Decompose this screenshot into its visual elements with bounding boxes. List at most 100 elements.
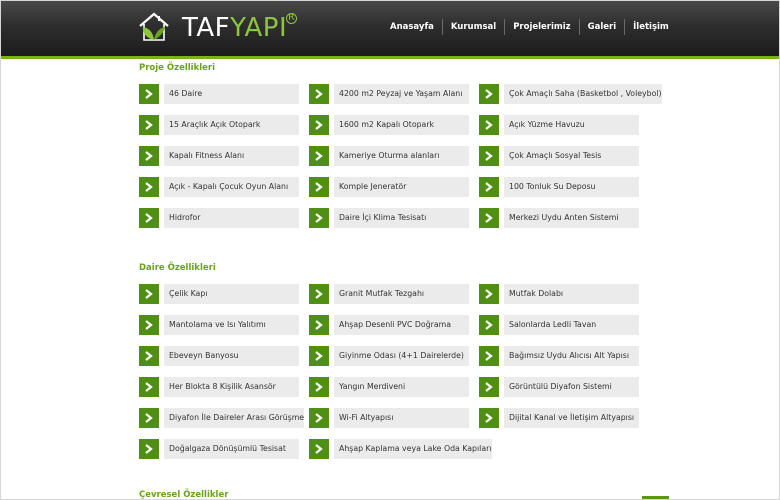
chevron-right-icon: [309, 115, 329, 135]
site-logo[interactable]: TAFYAPI R: [134, 9, 298, 47]
chevron-right-icon: [309, 284, 329, 304]
feature-item: Açık Yüzme Havuzu: [479, 115, 639, 135]
feature-label: Yangın Merdiveni: [334, 377, 469, 397]
feature-label: Diyafon İle Daireler Arası Görüşme: [164, 408, 305, 428]
chevron-right-icon: [139, 146, 159, 166]
feature-label: Bağımsız Uydu Alıcısı Alt Yapısı: [504, 346, 639, 366]
chevron-right-icon: [139, 439, 159, 459]
chevron-right-icon: [139, 115, 159, 135]
chevron-right-icon: [309, 439, 329, 459]
chevron-right-icon: [479, 315, 499, 335]
chevron-right-icon: [139, 177, 159, 197]
feature-item: Yangın Merdiveni: [309, 377, 469, 397]
feature-label: Ahşap Kaplama veya Lake Oda Kapıları: [334, 439, 492, 459]
feature-label: Daire İçi Klima Tesisatı: [334, 208, 469, 228]
feature-label: Çok Amaçlı Saha (Basketbol , Voleybol): [504, 84, 662, 104]
nav-kurumsal[interactable]: Kurumsal: [443, 18, 504, 36]
feature-item: 46 Daire: [139, 84, 299, 104]
chevron-right-icon: [139, 377, 159, 397]
features-grid-daire: Çelik Kapı Granit Mutfak Tezgahı Mutfak Do…: [139, 284, 642, 459]
feature-item: Mutfak Dolabı: [479, 284, 639, 304]
feature-label: Komple Jeneratör: [334, 177, 469, 197]
feature-item: Kameriye Oturma alanları: [309, 146, 469, 166]
feature-label: Ahşap Desenli PVC Doğrama: [334, 315, 469, 335]
chevron-right-icon: [309, 146, 329, 166]
feature-label: Giyinme Odası (4+1 Dairelerde): [334, 346, 469, 366]
feature-label: 46 Daire: [164, 84, 299, 104]
nav-galeri[interactable]: Galeri: [580, 18, 625, 36]
chevron-right-icon: [139, 284, 159, 304]
feature-label: Her Blokta 8 Kişilik Asansör: [164, 377, 299, 397]
feature-item: 15 Araçlık Açık Otopark: [139, 115, 299, 135]
nav-anasayfa[interactable]: Anasayfa: [382, 18, 442, 36]
feature-item: Görüntülü Diyafon Sistemi: [479, 377, 639, 397]
feature-item: Ahşap Kaplama veya Lake Oda Kapıları: [309, 439, 492, 459]
chevron-right-icon: [479, 208, 499, 228]
feature-item: 1600 m2 Kapalı Otopark: [309, 115, 469, 135]
header-accent-bar: [1, 56, 779, 59]
feature-label: Kapalı Fitness Alanı: [164, 146, 299, 166]
feature-item: Kapalı Fitness Alanı: [139, 146, 299, 166]
chevron-right-icon: [479, 84, 499, 104]
section-title-cevresel: Çevresel Özellikler: [139, 490, 229, 500]
feature-label: Kameriye Oturma alanları: [334, 146, 469, 166]
section-title-daire: Daire Özellikleri: [139, 263, 216, 273]
feature-label: Wi-Fi Altyapısı: [334, 408, 469, 428]
chevron-right-icon: [479, 377, 499, 397]
feature-item: Diyafon İle Daireler Arası Görüşme: [139, 408, 305, 428]
feature-label: 15 Araçlık Açık Otopark: [164, 115, 299, 135]
section-title-proje: Proje Özellikleri: [139, 63, 216, 73]
feature-item: Bağımsız Uydu Alıcısı Alt Yapısı: [479, 346, 639, 366]
chevron-right-icon: [479, 177, 499, 197]
feature-item: Ahşap Desenli PVC Doğrama: [309, 315, 469, 335]
chevron-right-icon: [479, 408, 499, 428]
feature-item: Salonlarda Ledli Tavan: [479, 315, 639, 335]
feature-item: 100 Tonluk Su Deposu: [479, 177, 639, 197]
logo-text-yapi: YAPI: [230, 13, 288, 43]
main-nav: Anasayfa Kurumsal Projelerimiz Galeri İl…: [382, 18, 677, 36]
chevron-right-icon: [309, 315, 329, 335]
chevron-right-icon: [479, 115, 499, 135]
feature-label: Görüntülü Diyafon Sistemi: [504, 377, 639, 397]
chevron-right-icon: [309, 84, 329, 104]
chevron-right-icon: [139, 84, 159, 104]
feature-item: Komple Jeneratör: [309, 177, 469, 197]
scroll-top-button[interactable]: [642, 496, 669, 500]
feature-label: 1600 m2 Kapalı Otopark: [334, 115, 469, 135]
nav-iletisim[interactable]: İletişim: [625, 18, 677, 36]
feature-item: Açık - Kapalı Çocuk Oyun Alanı: [139, 177, 299, 197]
chevron-right-icon: [139, 408, 159, 428]
feature-label: Dijital Kanal ve İletişim Altyapısı: [504, 408, 639, 428]
feature-item: Çok Amaçlı Sosyal Tesis: [479, 146, 639, 166]
chevron-right-icon: [139, 315, 159, 335]
feature-label: 100 Tonluk Su Deposu: [504, 177, 639, 197]
chevron-right-icon: [479, 346, 499, 366]
feature-item: Wi-Fi Altyapısı: [309, 408, 469, 428]
feature-label: Merkezi Uydu Anten Sistemi: [504, 208, 639, 228]
house-leaf-icon: [139, 12, 169, 41]
feature-label: Çok Amaçlı Sosyal Tesis: [504, 146, 639, 166]
feature-label: Hidrofor: [164, 208, 299, 228]
feature-item: Daire İçi Klima Tesisatı: [309, 208, 469, 228]
nav-projelerimiz[interactable]: Projelerimiz: [505, 18, 578, 36]
feature-label: Açık - Kapalı Çocuk Oyun Alanı: [164, 177, 299, 197]
feature-label: Mantolama ve Isı Yalıtımı: [164, 315, 299, 335]
feature-item: Doğalgaza Dönüşümlü Tesisat: [139, 439, 299, 459]
feature-label: Açık Yüzme Havuzu: [504, 115, 639, 135]
logo-text-taf: TAF: [182, 13, 231, 43]
feature-item: Dijital Kanal ve İletişim Altyapısı: [479, 408, 639, 428]
chevron-right-icon: [139, 346, 159, 366]
feature-label: Salonlarda Ledli Tavan: [504, 315, 639, 335]
feature-item: Mantolama ve Isı Yalıtımı: [139, 315, 299, 335]
feature-item: Giyinme Odası (4+1 Dairelerde): [309, 346, 469, 366]
feature-item: 4200 m2 Peyzaj ve Yaşam Alanı: [309, 84, 469, 104]
feature-item: Çok Amaçlı Saha (Basketbol , Voleybol): [479, 84, 662, 104]
feature-label: Ebeveyn Banyosu: [164, 346, 299, 366]
feature-item: Her Blokta 8 Kişilik Asansör: [139, 377, 299, 397]
chevron-right-icon: [139, 208, 159, 228]
feature-item: Çelik Kapı: [139, 284, 299, 304]
feature-label: 4200 m2 Peyzaj ve Yaşam Alanı: [334, 84, 469, 104]
feature-item: Hidrofor: [139, 208, 299, 228]
feature-label: Çelik Kapı: [164, 284, 299, 304]
feature-label: Doğalgaza Dönüşümlü Tesisat: [164, 439, 299, 459]
